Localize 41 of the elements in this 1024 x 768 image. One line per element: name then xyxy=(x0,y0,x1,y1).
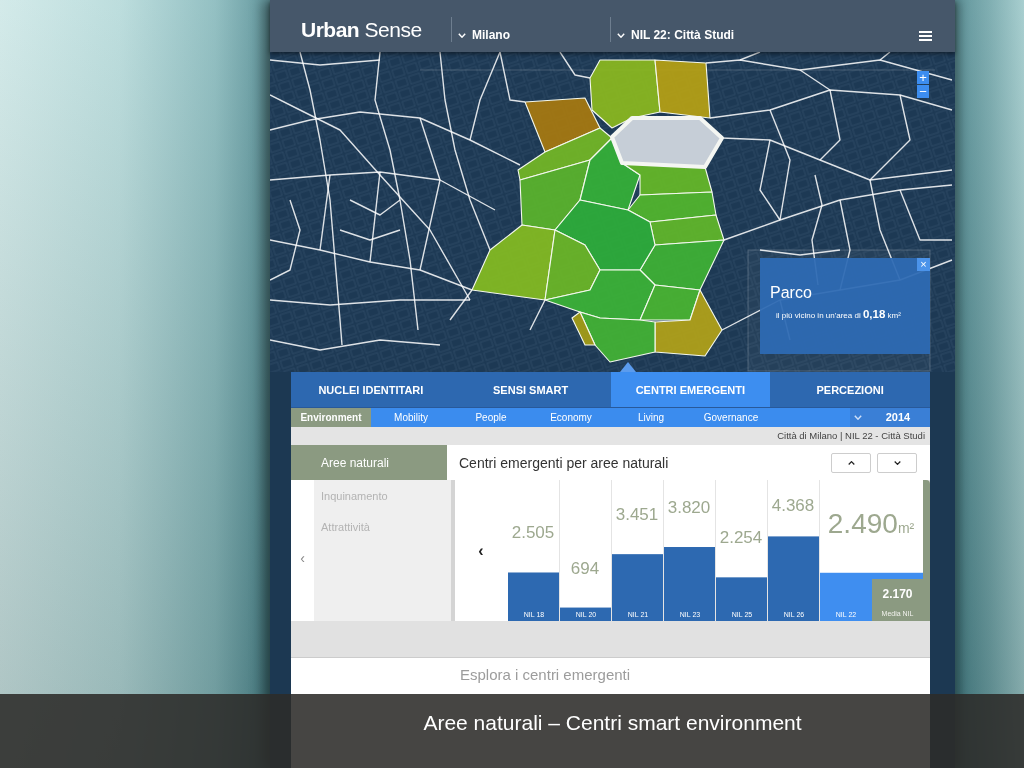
category-item[interactable]: Attrattività xyxy=(314,511,451,542)
chevron-down-icon xyxy=(617,33,625,38)
caption-text: Aree naturali – Centri smart environment xyxy=(423,711,802,734)
category-tab[interactable]: Living xyxy=(611,408,691,427)
zoom-in-button[interactable]: + xyxy=(917,71,929,84)
category-tab[interactable]: People xyxy=(451,408,531,427)
location-dropdown[interactable]: Milano xyxy=(451,17,610,42)
nav-tab[interactable]: SENSI SMART xyxy=(450,372,611,407)
bar-value-label: 3.451 xyxy=(615,505,659,525)
close-button[interactable]: × xyxy=(917,258,930,271)
popup-detail: il più vicino in un'area di 0,18 km² xyxy=(775,307,902,322)
bar-value-label: 2.505 xyxy=(511,523,555,543)
back-button[interactable]: ‹ xyxy=(291,480,314,621)
popup-title: Parco xyxy=(770,283,813,303)
bar-value-label: 694 xyxy=(570,558,600,578)
pointer-icon xyxy=(619,362,636,372)
app-logo: Urban Sense xyxy=(300,17,423,43)
bar-value-label: 4.368 xyxy=(771,496,815,515)
chevron-down-icon xyxy=(854,415,862,420)
zoom-out-button[interactable]: − xyxy=(917,85,929,98)
bar-value-label: 2.490m² xyxy=(827,507,915,539)
category-tab[interactable]: Mobility xyxy=(371,408,451,427)
average-value: 2.170 xyxy=(882,587,913,602)
nav-tab[interactable]: NUCLEI IDENTITARI xyxy=(291,372,451,407)
chevron-down-icon xyxy=(893,460,901,465)
chevron-up-icon xyxy=(847,460,855,465)
explore-link[interactable]: Esplora i centri emergenti xyxy=(460,666,631,683)
year-dropdown[interactable]: 2014 xyxy=(850,408,930,427)
category-tab[interactable]: Environment xyxy=(291,408,371,427)
category-tab[interactable]: Economy xyxy=(531,408,611,427)
menu-button[interactable] xyxy=(919,31,932,41)
category-tab[interactable]: Governance xyxy=(691,408,771,427)
panel-title: Centri emergenti per aree naturali xyxy=(459,454,670,471)
chevron-down-icon xyxy=(458,33,466,38)
bar-value-label: 2.254 xyxy=(719,528,763,548)
bar-value-label: 3.820 xyxy=(667,498,711,517)
category-item[interactable]: Inquinamento xyxy=(314,480,451,511)
category-item[interactable]: Aree naturali xyxy=(291,445,447,480)
previous-button[interactable]: ‹ xyxy=(455,480,507,621)
nav-tab[interactable]: PERCEZIONI xyxy=(770,372,930,407)
menu-icon xyxy=(919,31,932,41)
